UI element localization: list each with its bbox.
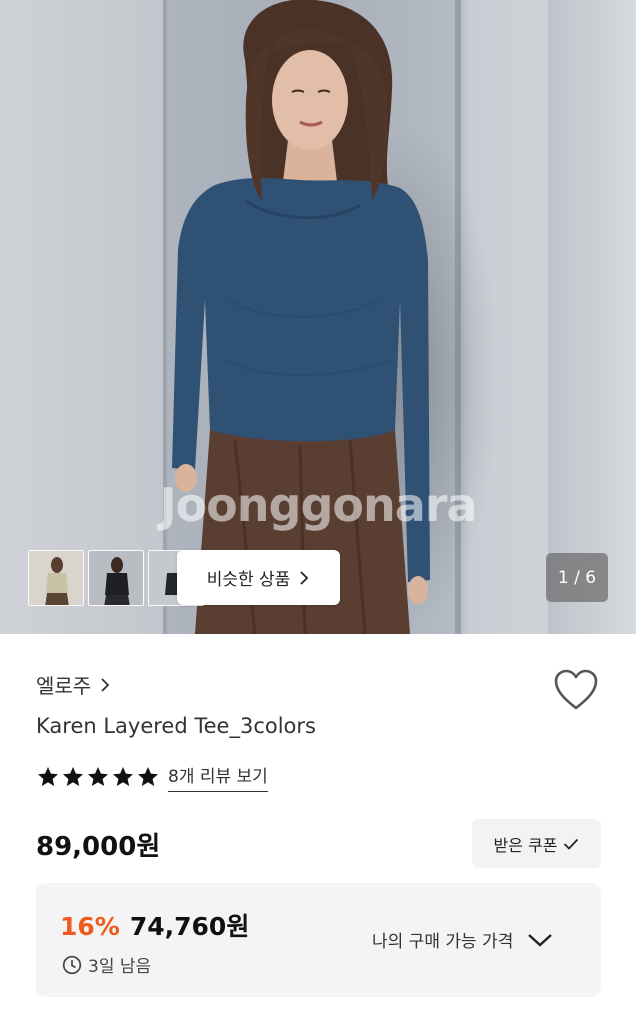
coupon-label: 받은 쿠폰 [493, 835, 558, 855]
my-price-label: 나의 구매 가능 가격 [372, 932, 514, 952]
chevron-right-icon [300, 570, 309, 585]
model-photo [172, 0, 430, 634]
discount-price: 74,760원 [129, 912, 250, 941]
brand-name: 엘로주 [36, 674, 92, 698]
discount-row: 16% 74,760원 [60, 907, 249, 943]
similar-products-button[interactable]: 비슷한 상품 [177, 550, 340, 605]
chevron-down-icon [528, 933, 553, 947]
received-coupon-button[interactable]: 받은 쿠폰 [472, 819, 601, 868]
rating-row: 8개 리뷰 보기 [36, 762, 268, 792]
discount-rate: 16% [60, 912, 120, 941]
image-page-counter: 1 / 6 [546, 553, 608, 602]
brand-link[interactable]: 엘로주 [36, 670, 111, 699]
clock-icon [62, 955, 82, 974]
star-icon [113, 767, 133, 786]
star-rating [36, 765, 160, 789]
review-link[interactable]: 8개 리뷰 보기 [168, 762, 268, 792]
my-price-toggle[interactable]: 나의 구매 가능 가격 [372, 927, 553, 952]
star-icon [88, 767, 108, 786]
similar-products-label: 비슷한 상품 [206, 570, 291, 590]
heart-icon[interactable] [553, 668, 599, 712]
star-icon [138, 767, 158, 786]
thumbnail-2[interactable] [88, 550, 144, 606]
time-left: 3일 남음 [88, 957, 152, 977]
star-icon [38, 767, 58, 786]
product-title: Karen Layered Tee_3colors [36, 714, 316, 738]
product-image[interactable]: Joonggonara 비슷한 상품 1 / 6 [0, 0, 636, 634]
check-icon [564, 838, 579, 850]
original-price: 89,000원 [36, 832, 161, 862]
star-icon [63, 767, 83, 786]
time-left-row: 3일 남음 [62, 952, 151, 977]
thumbnail-1[interactable] [28, 550, 84, 606]
chevron-right-icon [101, 677, 110, 692]
watermark: Joonggonara [159, 478, 477, 532]
discount-price-box[interactable]: 16% 74,760원 3일 남음 나의 구매 가능 가격 [36, 883, 601, 997]
